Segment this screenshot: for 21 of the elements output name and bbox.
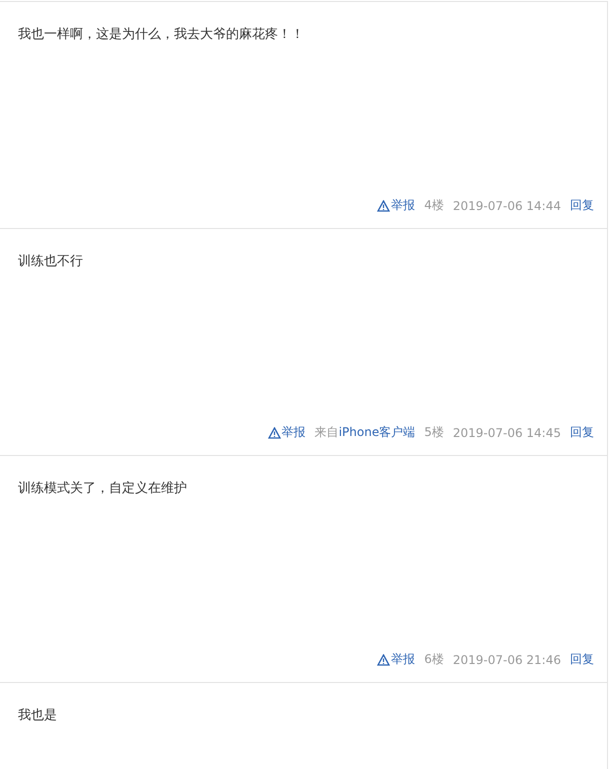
post-time: 2019-07-06 14:44: [452, 198, 561, 212]
reply-link[interactable]: 回复: [570, 197, 594, 214]
reply-link[interactable]: 回复: [570, 651, 594, 668]
post-time: 2019-07-06 14:45: [452, 426, 561, 440]
source-label: 来自: [314, 424, 339, 441]
report-link[interactable]: 举报: [377, 651, 416, 668]
post-content: 训练也不行: [18, 253, 84, 271]
post-content: 我也一样啊，这是为什么，我去大爷的麻花疼！！: [18, 26, 305, 44]
post-content: 训练模式关了，自定义在维护: [18, 480, 188, 498]
reply-link[interactable]: 回复: [570, 424, 594, 441]
warning-icon: [268, 426, 281, 438]
floor-number: 4楼: [424, 197, 444, 214]
warning-icon: [377, 200, 390, 212]
floor-number: 6楼: [424, 651, 444, 668]
post-time: 2019-07-06 21:46: [452, 652, 561, 666]
floor-number: 5楼: [424, 424, 444, 441]
report-link[interactable]: 举报: [377, 197, 416, 214]
warning-icon: [377, 654, 390, 666]
report-link[interactable]: 举报: [268, 424, 306, 441]
post-content: 我也是: [18, 707, 58, 725]
client-link[interactable]: iPhone客户端: [338, 424, 416, 441]
